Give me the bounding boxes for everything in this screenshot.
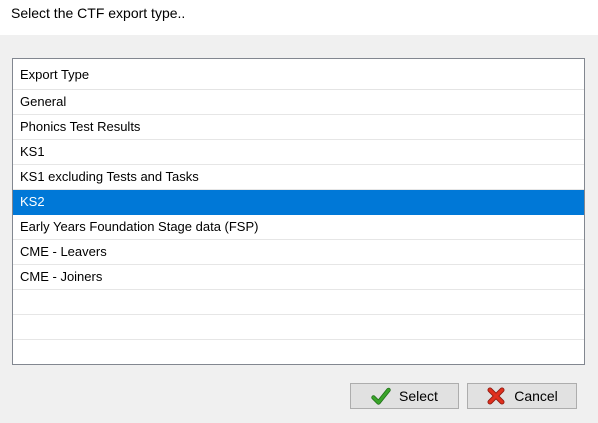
list-item-early-years-foundation-stage[interactable]: Early Years Foundation Stage data (FSP) [13,215,584,240]
dialog-title: Select the CTF export type.. [11,5,186,21]
list-item-general[interactable]: General [13,90,584,115]
cancel-button[interactable]: Cancel [467,383,577,409]
list-item-empty [13,315,584,340]
export-type-list[interactable]: Export Type General Phonics Test Results… [12,58,585,365]
list-item-cme-joiners[interactable]: CME - Joiners [13,265,584,290]
list-item-ks1-excluding-tests-and-tasks[interactable]: KS1 excluding Tests and Tasks [13,165,584,190]
cancel-button-label: Cancel [514,388,558,404]
list-item-cme-leavers[interactable]: CME - Leavers [13,240,584,265]
list-item-empty [13,290,584,315]
select-button-label: Select [399,388,438,404]
cross-icon [486,386,506,406]
column-header-export-type[interactable]: Export Type [13,59,584,90]
list-item-phonics-test-results[interactable]: Phonics Test Results [13,115,584,140]
checkmark-icon [371,386,391,406]
select-button[interactable]: Select [350,383,459,409]
list-item-ks1[interactable]: KS1 [13,140,584,165]
list-item-ks2[interactable]: KS2 [13,190,584,215]
list-item-empty [13,340,584,364]
